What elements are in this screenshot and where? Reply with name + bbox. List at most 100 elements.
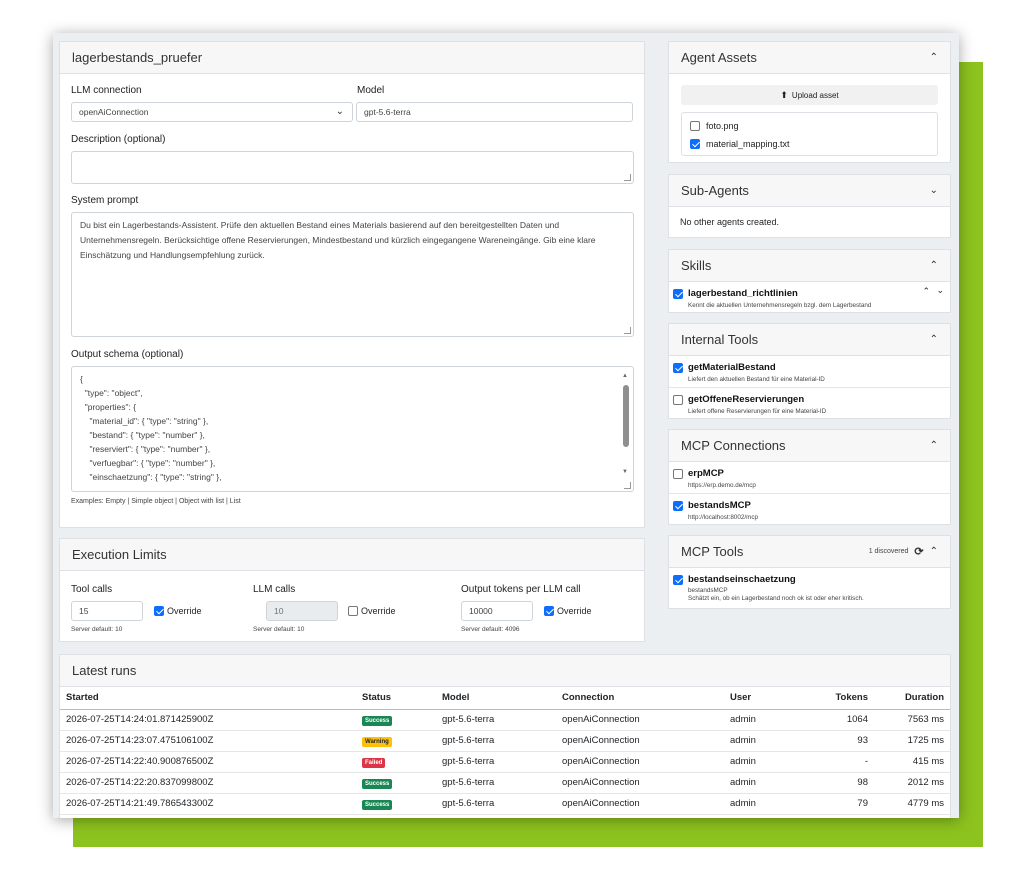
asset-item[interactable]: material_mapping.txt: [690, 139, 790, 149]
run-status-cell: Success: [356, 793, 436, 815]
output-tokens-override[interactable]: Override: [544, 606, 592, 616]
latest-runs-header: Latest runs: [60, 655, 950, 687]
output-tokens-input[interactable]: 10000: [461, 601, 533, 621]
mcp-connections-header[interactable]: MCP Connections ⌃: [669, 430, 950, 462]
output-tokens-override-checkbox[interactable]: [544, 606, 554, 616]
internal-tool-item[interactable]: getOffeneReservierungen Liefert offene R…: [669, 387, 950, 419]
chevron-up-icon[interactable]: ⌃: [930, 440, 938, 451]
resize-handle-icon[interactable]: [624, 482, 631, 489]
status-badge: Failed: [362, 757, 386, 768]
scroll-down-icon[interactable]: ▼: [622, 465, 628, 479]
asset-name: material_mapping.txt: [706, 139, 790, 149]
resize-handle-icon[interactable]: [624, 327, 631, 334]
llm-calls-input[interactable]: 10: [266, 601, 338, 621]
mcp-tool-name: bestandseinschaetzung: [688, 574, 796, 585]
mcp-connection-name: bestandsMCP: [688, 500, 751, 511]
mcp-tool-checkbox[interactable]: [673, 575, 683, 585]
run-user-cell: admin: [724, 709, 804, 731]
mcp-connection-item[interactable]: erpMCP https://erp.demo.de/mcp: [669, 462, 950, 493]
schema-code-line: "type": "object",: [80, 388, 143, 398]
run-connection-cell: openAiConnection: [556, 772, 724, 794]
run-user-cell: admin: [724, 772, 804, 794]
internal-tool-name: getOffeneReservierungen: [688, 394, 805, 405]
output-schema-input[interactable]: { "type": "object", "properties": { "mat…: [71, 366, 634, 492]
agent-config-card: lagerbestands_pruefer LLM connection ope…: [59, 41, 645, 528]
scroll-up-icon[interactable]: ▲: [622, 369, 628, 383]
table-row[interactable]: 2026-07-25T14:21:49.786543300Z Success gpt…: [60, 793, 950, 815]
schema-code-line: "properties": {: [80, 402, 137, 412]
table-row[interactable]: 2026-07-25T14:22:40.900876500Z Failed gpt-…: [60, 751, 950, 773]
description-input[interactable]: [71, 151, 634, 184]
internal-tool-description: Liefert den aktuellen Bestand für eine M…: [688, 376, 825, 383]
mcp-tool-description: Schätzt ein, ob ein Lagerbestand noch ok…: [688, 595, 864, 602]
tool-calls-override[interactable]: Override: [154, 606, 202, 616]
column-header: User: [724, 687, 804, 710]
asset-checkbox[interactable]: [690, 121, 700, 131]
mcp-connection-item[interactable]: bestandsMCP http://localhost:8002/mcp: [669, 493, 950, 525]
chevron-down-icon: ⌄: [335, 106, 344, 117]
table-row[interactable]: 2026-07-25T14:24:01.871425900Z Success gpt…: [60, 709, 950, 731]
llm-connection-select[interactable]: openAiConnection ⌄: [71, 102, 353, 122]
asset-checkbox[interactable]: [690, 139, 700, 149]
output-tokens-override-label: Override: [557, 606, 592, 616]
skills-header[interactable]: Skills ⌃: [669, 250, 950, 282]
mcp-connection-checkbox[interactable]: [673, 501, 683, 511]
llm-calls-override-checkbox[interactable]: [348, 606, 358, 616]
mcp-connection-url: http://localhost:8002/mcp: [688, 514, 759, 521]
internal-tool-item[interactable]: getMaterialBestand Liefert den aktuellen…: [669, 356, 950, 387]
resize-handle-icon[interactable]: [624, 174, 631, 181]
execution-limits-card: Execution Limits Tool calls 15 Override …: [59, 538, 645, 642]
model-input[interactable]: gpt-5.6-terra: [356, 102, 633, 122]
example-link-simple-object[interactable]: Simple object: [131, 498, 173, 505]
run-duration-cell: 2012 ms: [874, 772, 950, 794]
move-up-icon[interactable]: ⌃: [922, 286, 930, 297]
scrollbar[interactable]: ▲ ▼: [622, 373, 630, 475]
example-link-object-with-list[interactable]: Object with list: [179, 498, 224, 505]
tool-calls-input[interactable]: 15: [71, 601, 143, 621]
column-header: Duration: [874, 687, 950, 710]
run-user-cell: admin: [724, 793, 804, 815]
schema-examples: Examples: Empty | Simple object | Object…: [71, 498, 241, 505]
skill-description: Kennt die aktuellen Unternehmensregeln b…: [688, 302, 872, 309]
llm-connection-value: openAiConnection: [79, 107, 149, 117]
skill-checkbox[interactable]: [673, 289, 683, 299]
asset-item[interactable]: foto.png: [690, 121, 739, 131]
llm-calls-override[interactable]: Override: [348, 606, 396, 616]
run-started-cell: 2026-07-25T14:23:07.475106100Z: [60, 730, 356, 752]
agent-assets-header[interactable]: Agent Assets ⌃: [669, 42, 950, 74]
llm-calls-value: 10: [274, 606, 284, 616]
chevron-up-icon[interactable]: ⌃: [930, 52, 938, 63]
mcp-tools-header[interactable]: MCP Tools 1 discovered ⟳ ⌃: [669, 536, 950, 568]
example-link-list[interactable]: List: [230, 498, 241, 505]
sub-agents-header[interactable]: Sub-Agents ⌄: [669, 175, 950, 207]
internal-tool-checkbox[interactable]: [673, 363, 683, 373]
example-link-empty[interactable]: Empty: [106, 498, 126, 505]
system-prompt-input[interactable]: Du bist ein Lagerbestands-Assistent. Prü…: [71, 212, 634, 337]
skill-item[interactable]: lagerbestand_richtlinien Kennt die aktue…: [669, 282, 950, 313]
chevron-up-icon[interactable]: ⌃: [930, 334, 938, 345]
column-header: Tokens: [804, 687, 874, 710]
move-down-icon[interactable]: ⌄: [936, 285, 944, 296]
upload-asset-button[interactable]: ⬆ Upload asset: [681, 85, 938, 105]
sub-agents-title: Sub-Agents: [681, 183, 749, 198]
app-window: lagerbestands_pruefer LLM connection ope…: [53, 33, 959, 818]
mcp-tool-item[interactable]: bestandseinschaetzung bestandsMCP Schätz…: [669, 568, 950, 609]
refresh-icon[interactable]: ⟳: [914, 545, 923, 558]
mcp-connection-checkbox[interactable]: [673, 469, 683, 479]
mcp-tools-card: MCP Tools 1 discovered ⟳ ⌃ bestandseinsc…: [668, 535, 951, 609]
internal-tool-checkbox[interactable]: [673, 395, 683, 405]
tool-calls-override-checkbox[interactable]: [154, 606, 164, 616]
chevron-up-icon[interactable]: ⌃: [930, 260, 938, 271]
chevron-down-icon[interactable]: ⌄: [930, 185, 938, 196]
run-tokens-cell: 79: [804, 793, 874, 815]
table-row[interactable]: 2026-07-25T14:23:07.475106100Z Warning gpt…: [60, 730, 950, 752]
tool-calls-server-default: Server default: 10: [71, 626, 123, 633]
chevron-up-icon[interactable]: ⌃: [930, 546, 938, 557]
skills-title: Skills: [681, 258, 712, 273]
scrollbar-thumb[interactable]: [623, 385, 629, 447]
run-tokens-cell: 98: [804, 772, 874, 794]
output-tokens-label: Output tokens per LLM call: [461, 584, 581, 595]
internal-tools-header[interactable]: Internal Tools ⌃: [669, 324, 950, 356]
system-prompt-value: Du bist ein Lagerbestands-Assistent. Prü…: [80, 220, 596, 260]
table-row[interactable]: 2026-07-25T14:22:20.837099800Z Success gpt…: [60, 772, 950, 794]
